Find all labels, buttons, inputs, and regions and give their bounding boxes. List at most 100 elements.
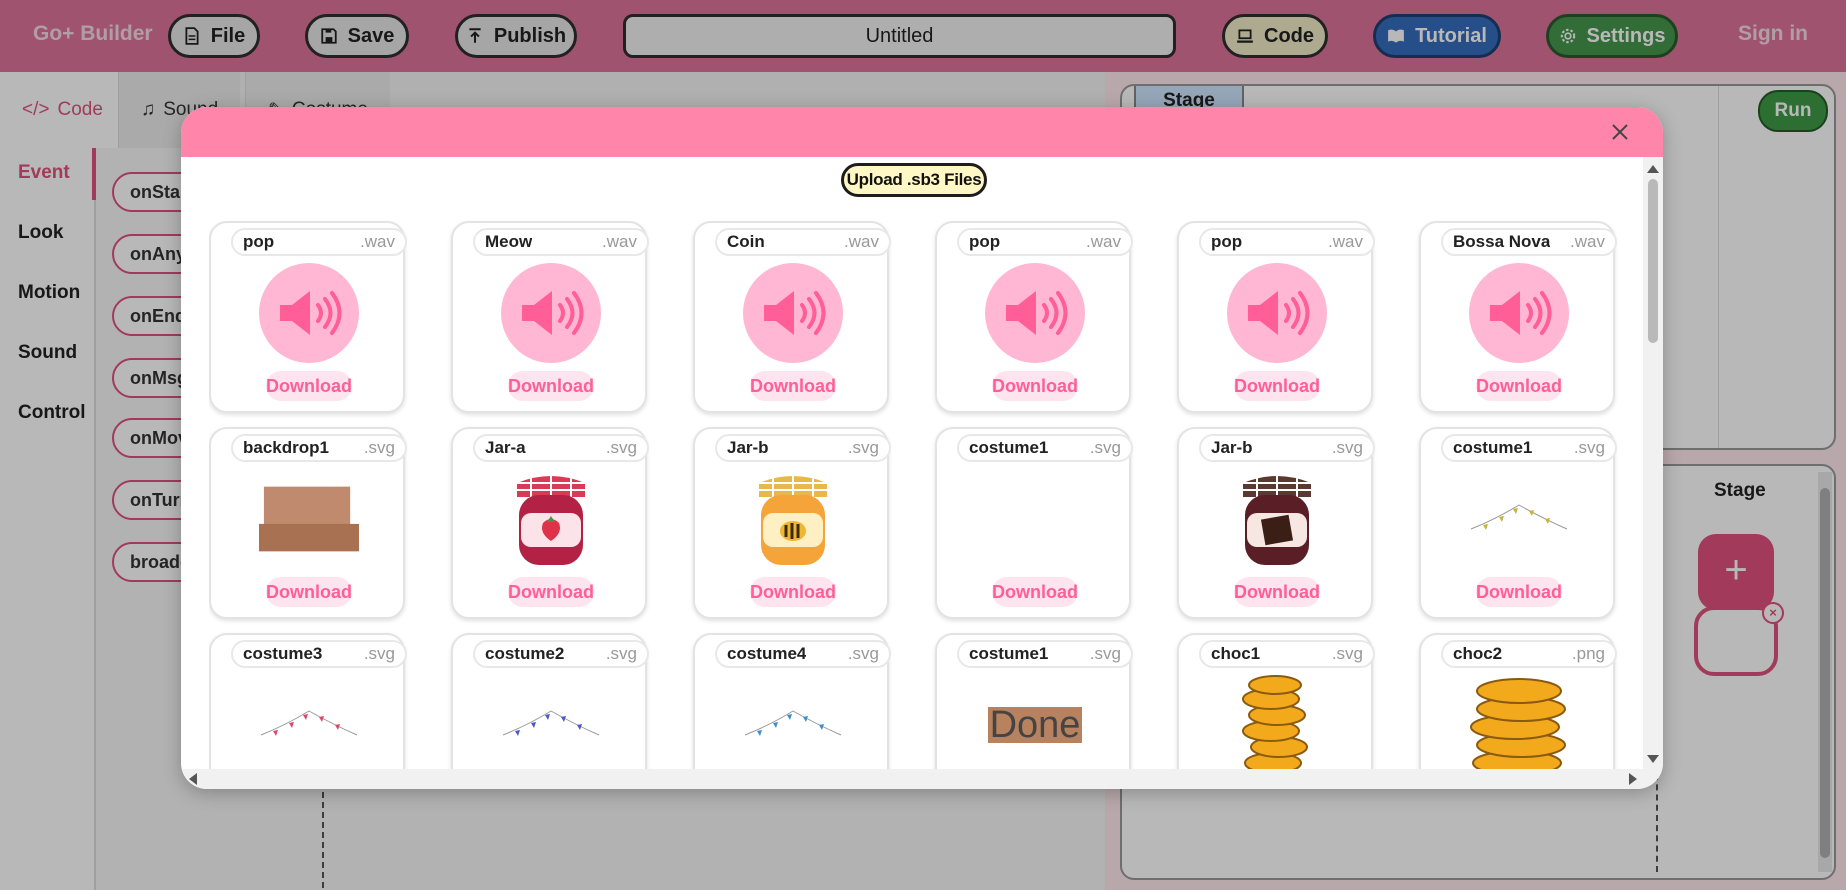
scroll-up-arrow[interactable] [1647,165,1659,173]
asset-label: costume1 .svg [957,434,1133,462]
publish-button[interactable]: Publish [455,14,577,58]
category-look[interactable]: Look [18,222,63,244]
category-event[interactable]: Event [18,162,70,184]
asset-card[interactable]: Jar-b .svg Download [693,427,891,619]
music-note-icon: ♫ [141,99,156,120]
asset-card[interactable]: costume1 .svg Download [1419,427,1617,619]
download-button[interactable]: Download [508,371,594,401]
remove-sprite-icon[interactable]: × [1762,602,1784,624]
asset-label: Meow .wav [473,228,649,256]
coins-image [1470,678,1566,775]
chocolate-jar-image [1243,472,1311,565]
settings-button[interactable]: Settings [1546,14,1678,58]
bunting-image [744,710,842,736]
file-button[interactable]: File [168,14,260,58]
download-button[interactable]: Download [750,577,836,607]
sound-icon-circle [743,263,843,363]
category-sound[interactable]: Sound [18,342,77,364]
scroll-left-arrow[interactable] [189,773,197,785]
project-title-input[interactable] [623,14,1176,58]
asset-card[interactable]: Jar-a .svg Download [451,427,649,619]
download-button[interactable]: Download [992,371,1078,401]
asset-thumbnail [259,263,359,363]
close-button[interactable] [1607,119,1633,145]
asset-thumbnail [1227,263,1327,363]
asset-thumbnail [743,469,843,569]
category-control[interactable]: Control [18,402,86,424]
download-button[interactable]: Download [266,577,352,607]
tutorial-label: Tutorial [1415,24,1487,47]
asset-card[interactable]: choc1.svgDownload [1177,633,1375,775]
file-icon [185,27,199,45]
scroll-right-arrow[interactable] [1629,773,1637,785]
category-motion[interactable]: Motion [18,282,80,304]
download-button[interactable]: Download [1476,371,1562,401]
save-label: Save [347,24,395,47]
modal-vertical-scrollbar-thumb[interactable] [1648,179,1658,343]
download-button[interactable]: Download [1234,371,1320,401]
scroll-down-arrow[interactable] [1647,755,1659,763]
sound-icon-circle [259,263,359,363]
asset-card[interactable]: Coin .wav Download [693,221,891,413]
sprites-scrollbar-thumb[interactable] [1820,488,1830,858]
tab-code[interactable]: </> Code [0,72,125,148]
asset-label: costume3 .svg [231,640,407,668]
tutorial-button[interactable]: Tutorial [1373,14,1501,58]
asset-card[interactable]: pop .wav Download [1177,221,1375,413]
asset-card[interactable]: Jar-b .svg Download [1177,427,1375,619]
asset-card[interactable]: backdrop1 .svg Download [209,427,407,619]
asset-thumbnail [1469,263,1569,363]
download-button[interactable]: Download [508,577,594,607]
book-icon [1388,29,1404,43]
modal-horizontal-scrollbar[interactable] [181,769,1663,789]
asset-card[interactable]: choc2.pngDownload [1419,633,1617,775]
asset-card[interactable]: costume3.svgDownload [209,633,407,775]
download-button[interactable]: Download [992,577,1078,607]
download-button[interactable]: Download [1234,577,1320,607]
honey-jar-image [759,472,827,565]
asset-card[interactable]: pop .wav Download [935,221,1133,413]
add-sprite-button[interactable]: + [1698,534,1774,610]
download-button[interactable]: Download [750,371,836,401]
done-image: Done [987,704,1083,746]
sound-icon-circle [1469,263,1569,363]
asset-label: pop .wav [957,228,1133,256]
asset-card[interactable]: costume4.svgDownload [693,633,891,775]
asset-thumbnail [743,263,843,363]
asset-extension: .wav [360,232,395,251]
asset-label: Jar-a .svg [473,434,649,462]
code-button[interactable]: Code [1222,14,1328,58]
save-button[interactable]: Save [305,14,409,58]
code-label: Code [1264,24,1314,47]
asset-card[interactable]: costume1.svgDoneDownload [935,633,1133,775]
sign-in-link[interactable]: Sign in [1738,22,1808,46]
file-label: File [210,24,246,47]
asset-card[interactable]: Bossa Nova .wav Download [1419,221,1617,413]
run-button[interactable]: Run [1758,90,1828,132]
asset-extension: .svg [1573,438,1605,457]
sprites-stage-label: Stage [1714,480,1766,501]
asset-thumbnail [985,469,1085,569]
upload-sb3-button[interactable]: Upload .sb3 Files [841,163,987,197]
asset-card[interactable]: pop .wav Download [209,221,407,413]
asset-card[interactable]: costume1 .svg Download [935,427,1133,619]
asset-thumbnail [1469,469,1569,569]
asset-thumbnail [501,263,601,363]
asset-thumbnail [1227,469,1327,569]
asset-name: Coin [727,232,765,251]
done-text: Done [989,704,1081,746]
block-categories: Event Look Motion Sound Control [0,148,96,890]
speaker-icon [1490,291,1552,335]
download-button[interactable]: Download [266,371,352,401]
bunting-image [260,710,358,736]
asset-extension: .svg [1331,644,1363,663]
asset-card[interactable]: Meow .wav Download [451,221,649,413]
download-button[interactable]: Download [1476,577,1562,607]
publish-label: Publish [493,24,567,47]
asset-card[interactable]: costume2.svgDownload [451,633,649,775]
sound-icon-circle [985,263,1085,363]
asset-extension: .svg [847,438,879,457]
stage-divider [1718,86,1719,448]
brand-logo[interactable]: Go+ Builder [33,22,153,46]
asset-name: Meow [485,232,533,251]
